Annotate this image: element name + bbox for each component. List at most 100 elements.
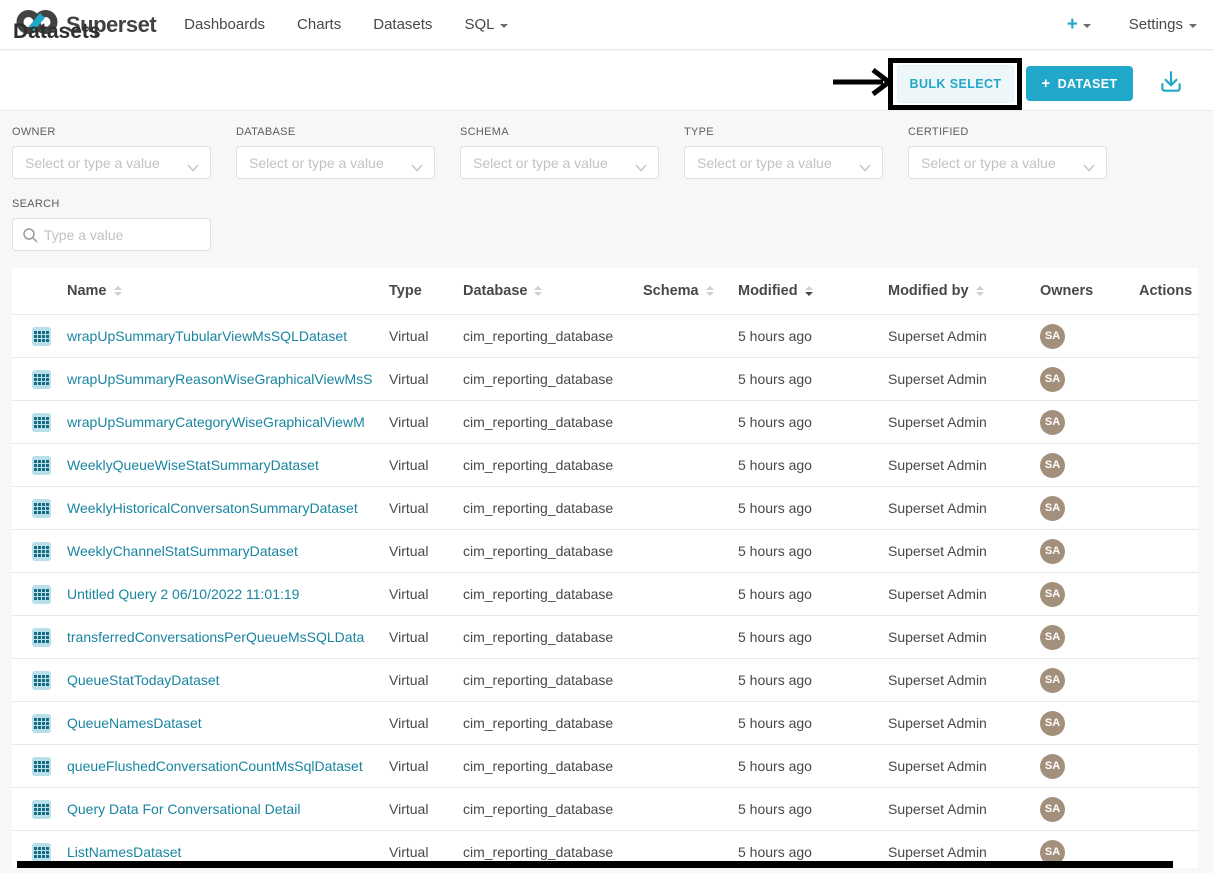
owner-avatar[interactable]: SA <box>1040 539 1065 564</box>
owner-avatar[interactable]: SA <box>1040 797 1065 822</box>
dataset-icon-cell <box>12 800 67 819</box>
nav-item-dashboards[interactable]: Dashboards <box>184 16 265 33</box>
chevron-down-icon <box>187 159 199 177</box>
nav-item-datasets[interactable]: Datasets <box>373 16 432 33</box>
name-cell: wrapUpSummaryCategoryWiseGraphicalViewM <box>67 414 389 430</box>
filters-bar: OWNER DATABASE SCHEMA TYPE CERTIFIED <box>0 110 1213 268</box>
sort-icon <box>114 286 122 296</box>
owner-avatar[interactable]: SA <box>1040 668 1065 693</box>
database-cell: cim_reporting_database <box>463 844 643 860</box>
owners-cell: SA <box>1040 324 1139 349</box>
owners-cell: SA <box>1040 453 1139 478</box>
dataset-icon-cell <box>12 370 67 389</box>
database-cell: cim_reporting_database <box>463 371 643 387</box>
column-header-modified[interactable]: Modified <box>738 283 888 299</box>
owner-avatar[interactable]: SA <box>1040 582 1065 607</box>
search-box[interactable] <box>12 218 211 251</box>
database-cell: cim_reporting_database <box>463 672 643 688</box>
dataset-icon-cell <box>12 327 67 346</box>
name-cell: wrapUpSummaryTubularViewMsSQLDataset <box>67 328 389 344</box>
owner-select-input[interactable] <box>13 147 210 178</box>
owner-avatar[interactable]: SA <box>1040 410 1065 435</box>
column-header-name[interactable]: Name <box>67 283 389 299</box>
dataset-name-link[interactable]: QueueNamesDataset <box>67 715 389 731</box>
settings-menu[interactable]: Settings <box>1129 16 1197 33</box>
add-dataset-button[interactable]: + DATASET <box>1026 66 1133 101</box>
modified-by-cell: Superset Admin <box>888 801 1040 817</box>
type-cell: Virtual <box>389 715 463 731</box>
owner-avatar[interactable]: SA <box>1040 324 1065 349</box>
name-cell: Untitled Query 2 06/10/2022 11:01:19 <box>67 586 389 602</box>
certified-select-input[interactable] <box>909 147 1106 178</box>
database-cell: cim_reporting_database <box>463 629 643 645</box>
search-input[interactable] <box>13 219 210 250</box>
plus-icon: + <box>1041 75 1050 92</box>
dataset-name-link[interactable]: ListNamesDataset <box>67 844 389 860</box>
column-header-database[interactable]: Database <box>463 283 643 299</box>
dataset-name-link[interactable]: wrapUpSummaryCategoryWiseGraphicalViewM <box>67 414 389 430</box>
owner-avatar[interactable]: SA <box>1040 625 1065 650</box>
dataset-name-link[interactable]: Query Data For Conversational Detail <box>67 801 389 817</box>
owners-cell: SA <box>1040 367 1139 392</box>
export-download-button[interactable] <box>1157 69 1185 97</box>
physical-table-grid-icon <box>32 370 51 389</box>
owner-avatar[interactable]: SA <box>1040 453 1065 478</box>
table-row: QueueStatTodayDataset Virtual cim_report… <box>12 658 1198 701</box>
filter-owner: OWNER <box>12 126 211 179</box>
modified-by-cell: Superset Admin <box>888 844 1040 860</box>
owners-cell: SA <box>1040 582 1139 607</box>
dataset-name-link[interactable]: transferredConversationsPerQueueMsSQLDat… <box>67 629 389 645</box>
owner-avatar[interactable]: SA <box>1040 754 1065 779</box>
database-select[interactable] <box>236 146 435 179</box>
database-select-input[interactable] <box>237 147 434 178</box>
new-item-menu[interactable]: + <box>1067 14 1091 36</box>
table-row: Query Data For Conversational Detail Vir… <box>12 787 1198 830</box>
type-cell: Virtual <box>389 672 463 688</box>
page-title: Datasets <box>13 20 101 44</box>
type-cell: Virtual <box>389 629 463 645</box>
owner-select[interactable] <box>12 146 211 179</box>
table-body: wrapUpSummaryTubularViewMsSQLDataset Vir… <box>12 314 1198 873</box>
owner-avatar[interactable]: SA <box>1040 367 1065 392</box>
table-row: wrapUpSummaryTubularViewMsSQLDataset Vir… <box>12 314 1198 357</box>
dataset-name-link[interactable]: queueFlushedConversationCountMsSqlDatase… <box>67 758 389 774</box>
schema-select-input[interactable] <box>461 147 658 178</box>
dataset-icon-cell <box>12 456 67 475</box>
certified-select[interactable] <box>908 146 1107 179</box>
dataset-name-link[interactable]: WeeklyChannelStatSummaryDataset <box>67 543 389 559</box>
dataset-name-link[interactable]: WeeklyHistoricalConversatonSummaryDatase… <box>67 500 389 516</box>
modified-by-cell: Superset Admin <box>888 758 1040 774</box>
owner-avatar[interactable]: SA <box>1040 496 1065 521</box>
dataset-icon-cell <box>12 499 67 518</box>
type-cell: Virtual <box>389 371 463 387</box>
nav-item-sql[interactable]: SQL <box>464 16 508 33</box>
physical-table-grid-icon <box>32 714 51 733</box>
owners-cell: SA <box>1040 410 1139 435</box>
table-row: queueFlushedConversationCountMsSqlDatase… <box>12 744 1198 787</box>
schema-select[interactable] <box>460 146 659 179</box>
dataset-name-link[interactable]: wrapUpSummaryReasonWiseGraphicalViewMsS <box>67 371 389 387</box>
owners-cell: SA <box>1040 539 1139 564</box>
filter-certified: CERTIFIED <box>908 126 1107 179</box>
chevron-down-icon <box>859 159 871 177</box>
type-select[interactable] <box>684 146 883 179</box>
type-select-input[interactable] <box>685 147 882 178</box>
name-cell: transferredConversationsPerQueueMsSQLDat… <box>67 629 389 645</box>
physical-table-grid-icon <box>32 413 51 432</box>
dataset-icon-cell <box>12 628 67 647</box>
dataset-name-link[interactable]: Untitled Query 2 06/10/2022 11:01:19 <box>67 586 389 602</box>
owner-avatar[interactable]: SA <box>1040 711 1065 736</box>
database-cell: cim_reporting_database <box>463 328 643 344</box>
column-header-modified-by[interactable]: Modified by <box>888 283 1040 299</box>
dataset-name-link[interactable]: wrapUpSummaryTubularViewMsSQLDataset <box>67 328 389 344</box>
modified-by-cell: Superset Admin <box>888 629 1040 645</box>
bulk-select-button[interactable]: BULK SELECT <box>897 65 1014 103</box>
nav-item-charts[interactable]: Charts <box>297 16 341 33</box>
table-row: wrapUpSummaryReasonWiseGraphicalViewMsS … <box>12 357 1198 400</box>
database-cell: cim_reporting_database <box>463 801 643 817</box>
dataset-name-link[interactable]: QueueStatTodayDataset <box>67 672 389 688</box>
modified-by-cell: Superset Admin <box>888 500 1040 516</box>
dataset-icon-cell <box>12 714 67 733</box>
column-header-schema[interactable]: Schema <box>643 283 738 299</box>
dataset-name-link[interactable]: WeeklyQueueWiseStatSummaryDataset <box>67 457 389 473</box>
